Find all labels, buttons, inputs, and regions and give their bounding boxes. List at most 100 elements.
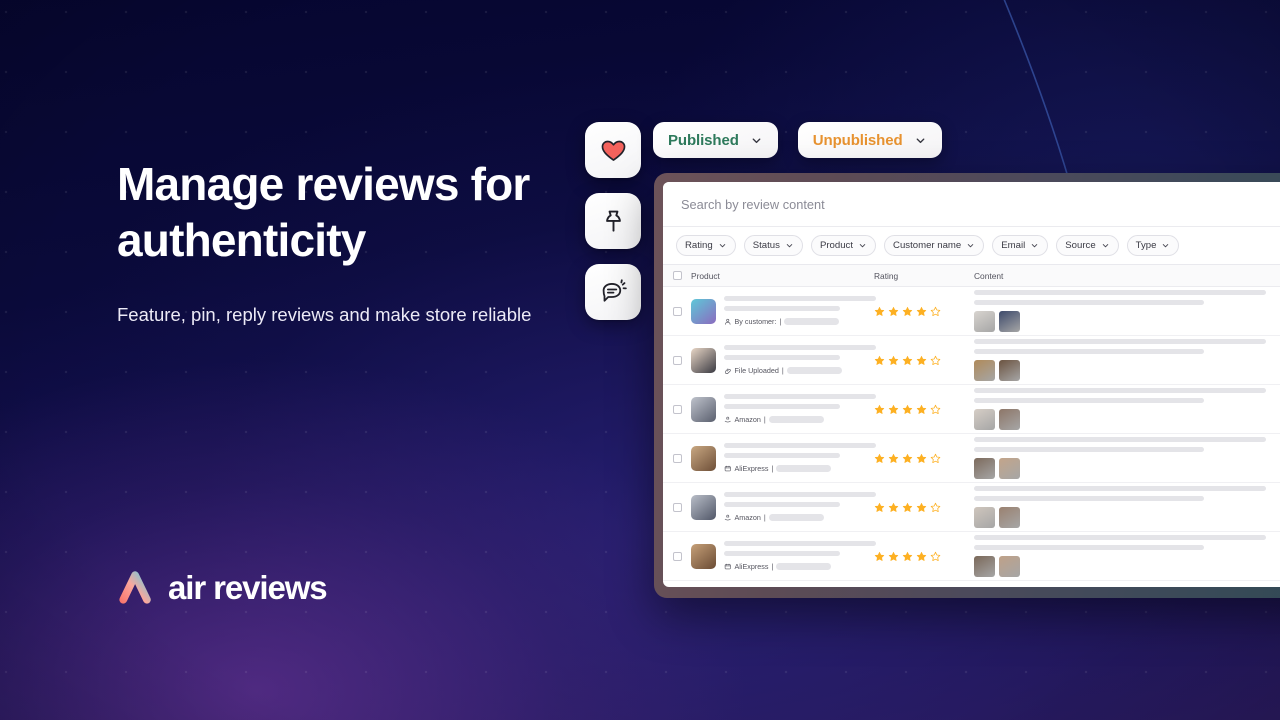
table-row[interactable]: File Uploaded |	[663, 336, 1280, 385]
product-cell: File Uploaded |	[682, 345, 876, 375]
reply-review-button[interactable]	[585, 264, 641, 320]
review-photo-thumbnail[interactable]	[999, 311, 1020, 332]
content-images	[974, 409, 1280, 430]
star-filled-icon	[902, 551, 913, 561]
product-thumbnail	[691, 298, 716, 324]
content-images	[974, 458, 1280, 479]
product-thumbnail	[691, 543, 716, 569]
search-bar	[663, 182, 1280, 227]
filter-chip-source[interactable]: Source	[1056, 235, 1119, 256]
chevron-down-icon	[1102, 244, 1108, 248]
review-photo-thumbnail[interactable]	[974, 311, 995, 332]
unpublished-filter-pill[interactable]: Unpublished	[797, 122, 942, 158]
search-input[interactable]	[681, 196, 1280, 212]
filter-chip-label: Rating	[685, 240, 713, 251]
star-filled-icon	[888, 502, 899, 512]
review-photo-thumbnail[interactable]	[999, 507, 1020, 528]
page-subtitle: Feature, pin, reply reviews and make sto…	[117, 304, 532, 326]
review-source-label: AliExpress	[734, 562, 769, 571]
star-filled-icon	[874, 502, 885, 512]
filter-chip-label: Source	[1065, 240, 1096, 251]
filter-chip-email[interactable]: Email	[992, 235, 1049, 256]
chevron-down-icon	[1032, 244, 1038, 248]
select-all-checkbox[interactable]	[673, 271, 682, 280]
review-photo-thumbnail[interactable]	[999, 409, 1020, 430]
customer-name-skeleton	[786, 367, 842, 374]
table-body: By customer: | File Uploaded | Amazon | AliExp…	[663, 287, 1280, 581]
product-subtitle-skeleton	[724, 306, 840, 311]
table-row[interactable]: AliExpress |	[663, 532, 1280, 581]
review-photo-thumbnail[interactable]	[999, 556, 1020, 577]
product-info: Amazon |	[724, 394, 876, 424]
filter-chip-rating[interactable]: Rating	[676, 235, 736, 256]
content-line-skeleton	[974, 447, 1204, 452]
row-select-checkbox[interactable]	[673, 502, 682, 512]
content-cell	[974, 437, 1280, 479]
star-filled-icon	[902, 306, 913, 316]
filter-chip-row: Rating Status Product Customer name Email Sou…	[663, 227, 1280, 265]
table-header: Product Rating Content	[663, 265, 1280, 287]
review-photo-thumbnail[interactable]	[974, 458, 995, 479]
aliexpress-icon	[724, 465, 731, 471]
filter-chip-type[interactable]: Type	[1126, 235, 1180, 256]
review-source: Amazon |	[724, 415, 874, 424]
content-images	[974, 360, 1280, 381]
amazon-icon	[724, 514, 731, 521]
page-title: Manage reviews for authenticity	[117, 158, 530, 267]
review-photo-thumbnail[interactable]	[999, 458, 1020, 479]
review-photo-thumbnail[interactable]	[974, 507, 995, 528]
content-line-skeleton	[974, 535, 1266, 540]
star-filled-icon	[874, 404, 885, 414]
row-select-checkbox[interactable]	[673, 551, 682, 561]
review-photo-thumbnail[interactable]	[974, 360, 995, 381]
review-photo-thumbnail[interactable]	[974, 556, 995, 577]
review-source: AliExpress |	[724, 464, 874, 473]
table-row[interactable]: By customer: |	[663, 287, 1280, 336]
product-info: AliExpress |	[724, 541, 876, 571]
star-filled-icon	[874, 306, 885, 316]
product-title-skeleton	[724, 443, 876, 448]
customer-name-skeleton	[784, 318, 840, 325]
star-filled-icon	[916, 306, 927, 316]
content-cell	[974, 535, 1280, 577]
filter-chip-customer-name[interactable]: Customer name	[884, 235, 985, 256]
chevron-down-icon	[968, 244, 974, 248]
row-select-checkbox[interactable]	[673, 453, 682, 463]
feature-review-button[interactable]	[585, 122, 641, 178]
star-filled-icon	[916, 404, 927, 414]
review-source-label: Amazon	[734, 513, 761, 522]
row-select-checkbox[interactable]	[673, 404, 682, 414]
row-select-checkbox[interactable]	[673, 306, 682, 316]
product-cell: By customer: |	[682, 296, 876, 326]
star-filled-icon	[888, 404, 899, 414]
review-photo-thumbnail[interactable]	[974, 409, 995, 430]
paperclip-icon	[724, 368, 731, 374]
product-thumbnail	[691, 396, 716, 422]
review-source-label: AliExpress	[734, 464, 769, 473]
star-filled-icon	[888, 551, 899, 561]
table-row[interactable]: Amazon |	[663, 483, 1280, 532]
source-separator: |	[763, 513, 766, 522]
content-line-skeleton	[974, 437, 1266, 442]
table-row[interactable]: AliExpress |	[663, 434, 1280, 483]
product-cell: Amazon |	[682, 492, 876, 522]
table-row[interactable]: Amazon |	[663, 385, 1280, 434]
reviews-app-screen: Rating Status Product Customer name Email Sou…	[663, 182, 1280, 587]
content-line-skeleton	[974, 388, 1266, 393]
filter-chip-status[interactable]: Status	[743, 235, 803, 256]
product-info: Amazon |	[724, 492, 876, 522]
filter-chip-product[interactable]: Product	[810, 235, 877, 256]
unpublished-label: Unpublished	[812, 131, 903, 149]
review-source: AliExpress |	[724, 562, 874, 571]
star-empty-icon	[930, 306, 941, 316]
chevron-down-icon	[916, 137, 924, 143]
row-select-checkbox[interactable]	[673, 355, 682, 365]
rating-cell	[874, 453, 974, 464]
source-separator: |	[779, 317, 782, 326]
review-action-buttons	[585, 122, 641, 320]
review-photo-thumbnail[interactable]	[999, 360, 1020, 381]
pin-review-button[interactable]	[585, 193, 641, 249]
product-info: File Uploaded |	[724, 345, 876, 375]
air-logo-mark-icon	[119, 571, 151, 604]
published-filter-pill[interactable]: Published	[653, 122, 778, 158]
